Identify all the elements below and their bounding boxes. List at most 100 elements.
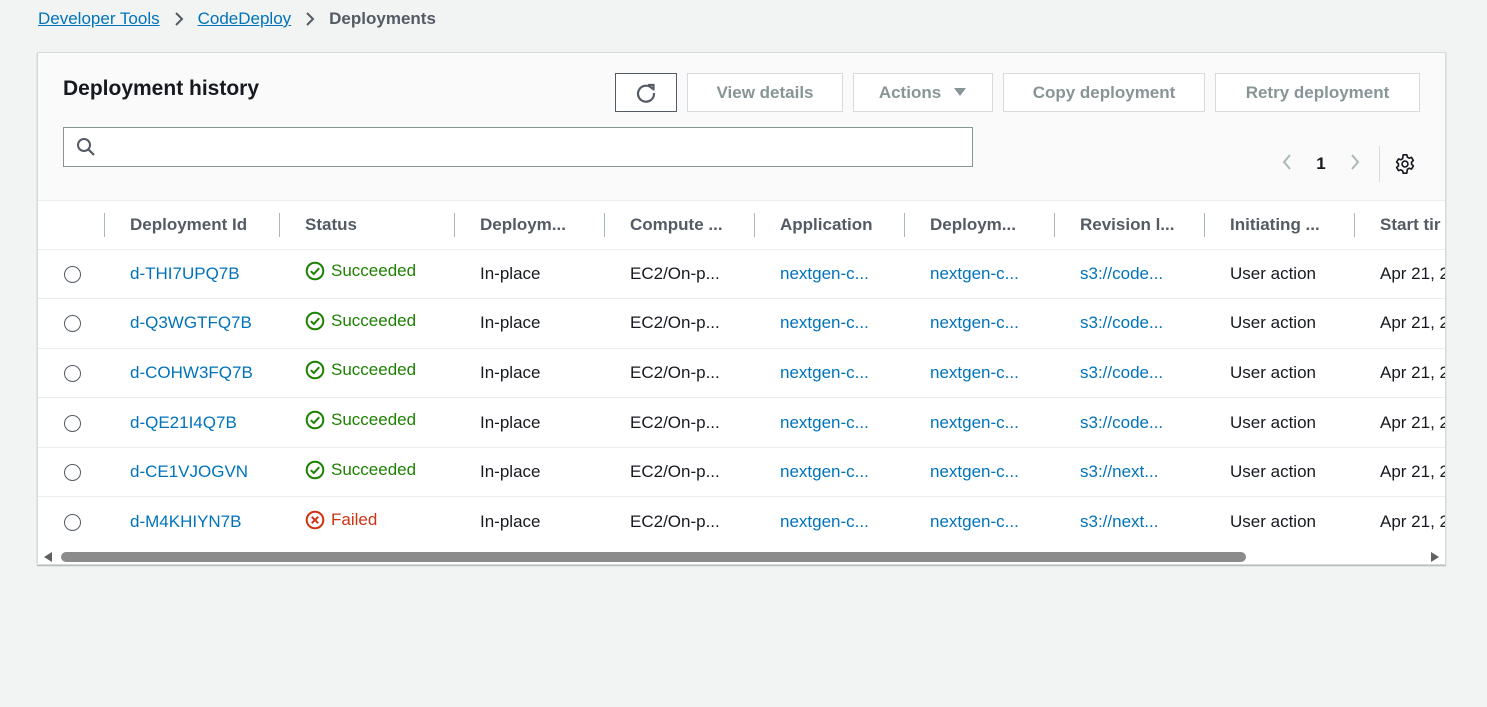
deployment-group-link[interactable]: nextgen-c...	[930, 462, 1019, 481]
deployment-id-cell: d-COHW3FQ7B	[105, 348, 280, 398]
horizontal-scrollbar[interactable]	[38, 549, 1445, 564]
application-cell: nextgen-c...	[755, 497, 905, 547]
actions-dropdown-button[interactable]: Actions	[853, 73, 993, 112]
row-select-radio[interactable]	[63, 265, 81, 283]
initiating-event-cell: User action	[1230, 313, 1316, 333]
scroll-right-icon[interactable]	[1431, 552, 1439, 562]
application-link[interactable]: nextgen-c...	[780, 363, 869, 382]
revision-location-link[interactable]: s3://next...	[1080, 462, 1158, 481]
application-link[interactable]: nextgen-c...	[780, 413, 869, 432]
scroll-left-icon[interactable]	[44, 552, 52, 562]
refresh-button[interactable]	[615, 73, 677, 112]
pagination: 1	[1275, 146, 1416, 182]
search-icon	[76, 137, 96, 157]
status-badge: Succeeded	[305, 360, 416, 380]
column-header[interactable]: Deploym...	[455, 201, 605, 249]
retry-deployment-button[interactable]: Retry deployment	[1215, 73, 1420, 112]
deployment-id-link[interactable]: d-Q3WGTFQ7B	[130, 313, 252, 332]
status-cell: Succeeded	[280, 299, 455, 349]
start-time-cell: Apr 21, 2	[1380, 462, 1445, 482]
column-header[interactable]: Initiating ...	[1205, 201, 1355, 249]
revision-location-cell: s3://next...	[1055, 497, 1205, 547]
deployment-group-link[interactable]: nextgen-c...	[930, 512, 1019, 531]
table-row[interactable]: d-Q3WGTFQ7B Succeeded In-place EC2/On-p... n…	[38, 299, 1445, 349]
application-link[interactable]: nextgen-c...	[780, 264, 869, 283]
deployment-id-cell: d-M4KHIYN7B	[105, 497, 280, 547]
check-circle-icon	[305, 311, 331, 331]
row-select-radio[interactable]	[63, 514, 81, 532]
column-header[interactable]: Compute ...	[605, 201, 755, 249]
table-row[interactable]: d-QE21I4Q7B Succeeded In-place EC2/On-p... n…	[38, 398, 1445, 448]
check-circle-icon	[305, 360, 331, 380]
application-link[interactable]: nextgen-c...	[780, 512, 869, 531]
revision-location-link[interactable]: s3://code...	[1080, 313, 1163, 332]
table-row[interactable]: d-THI7UPQ7B Succeeded In-place EC2/On-p... n…	[38, 249, 1445, 299]
deployment-id-link[interactable]: d-THI7UPQ7B	[130, 264, 240, 283]
scrollbar-thumb[interactable]	[61, 552, 1246, 562]
application-cell: nextgen-c...	[755, 299, 905, 349]
revision-location-link[interactable]: s3://next...	[1080, 512, 1158, 531]
start-time-cell: Apr 21, 2	[1380, 313, 1445, 333]
status-cell: Succeeded	[280, 447, 455, 497]
column-header[interactable]: Status	[280, 201, 455, 249]
check-circle-icon	[305, 460, 331, 480]
compute-platform-cell: EC2/On-p...	[630, 313, 720, 333]
status-cell: Succeeded	[280, 348, 455, 398]
deployment-group-link[interactable]: nextgen-c...	[930, 313, 1019, 332]
initiating-event-cell: User action	[1230, 462, 1316, 482]
compute-platform-cell: EC2/On-p...	[630, 512, 720, 532]
gear-icon[interactable]	[1394, 153, 1416, 175]
revision-location-cell: s3://code...	[1055, 249, 1205, 299]
deployment-id-link[interactable]: d-COHW3FQ7B	[130, 363, 253, 382]
application-cell: nextgen-c...	[755, 398, 905, 448]
table-header-row: Deployment Id Status Deploym... Compute …	[38, 201, 1445, 249]
status-text: Succeeded	[331, 410, 417, 430]
select-column-header	[38, 201, 105, 249]
row-select-cell	[38, 447, 105, 497]
row-select-radio[interactable]	[63, 464, 81, 482]
application-link[interactable]: nextgen-c...	[780, 313, 869, 332]
deployment-group-link[interactable]: nextgen-c...	[930, 363, 1019, 382]
revision-location-link[interactable]: s3://code...	[1080, 413, 1163, 432]
status-cell: Succeeded	[280, 398, 455, 448]
row-select-cell	[38, 299, 105, 349]
breadcrumb-developer-tools[interactable]: Developer Tools	[38, 9, 160, 29]
row-select-cell	[38, 497, 105, 547]
deployment-id-link[interactable]: d-M4KHIYN7B	[130, 512, 241, 531]
deployment-id-cell: d-Q3WGTFQ7B	[105, 299, 280, 349]
deployment-group-link[interactable]: nextgen-c...	[930, 264, 1019, 283]
row-select-radio[interactable]	[63, 315, 81, 333]
revision-location-link[interactable]: s3://code...	[1080, 363, 1163, 382]
status-text: Succeeded	[331, 310, 417, 330]
column-header[interactable]: Application	[755, 201, 905, 249]
deployment-id-link[interactable]: d-CE1VJOGVN	[130, 462, 248, 481]
compute-platform-cell: EC2/On-p...	[630, 263, 720, 283]
search-input[interactable]	[104, 130, 972, 164]
revision-location-link[interactable]: s3://code...	[1080, 264, 1163, 283]
deployments-table-container[interactable]: Deployment Id Status Deploym... Compute …	[38, 201, 1445, 549]
next-page-icon[interactable]	[1343, 151, 1367, 177]
table-row[interactable]: d-CE1VJOGVN Succeeded In-place EC2/On-p... n…	[38, 447, 1445, 497]
deployment-group-link[interactable]: nextgen-c...	[930, 413, 1019, 432]
column-header[interactable]: Start tir	[1355, 201, 1445, 249]
table-row[interactable]: d-M4KHIYN7B Failed In-place EC2/On-p... next…	[38, 497, 1445, 547]
status-text: Succeeded	[331, 360, 417, 380]
deployment-group-cell: nextgen-c...	[905, 348, 1055, 398]
table-row[interactable]: d-COHW3FQ7B Succeeded In-place EC2/On-p... n…	[38, 348, 1445, 398]
deployment-type-cell: In-place	[480, 462, 541, 482]
application-link[interactable]: nextgen-c...	[780, 462, 869, 481]
deployment-id-link[interactable]: d-QE21I4Q7B	[130, 413, 237, 432]
deployment-type-cell: In-place	[480, 313, 541, 333]
column-header[interactable]: Deploym...	[905, 201, 1055, 249]
view-details-button[interactable]: View details	[687, 73, 843, 112]
row-select-radio[interactable]	[63, 414, 81, 432]
current-page-number[interactable]: 1	[1299, 154, 1343, 174]
column-header[interactable]: Revision l...	[1055, 201, 1205, 249]
column-header[interactable]: Deployment Id	[105, 201, 280, 249]
initiating-event-cell: User action	[1230, 512, 1316, 532]
copy-deployment-button[interactable]: Copy deployment	[1003, 73, 1205, 112]
previous-page-icon[interactable]	[1275, 151, 1299, 177]
breadcrumb-codedeploy[interactable]: CodeDeploy	[198, 9, 292, 29]
deployment-history-panel: Deployment history View details Actions …	[37, 52, 1446, 565]
row-select-radio[interactable]	[63, 365, 81, 382]
